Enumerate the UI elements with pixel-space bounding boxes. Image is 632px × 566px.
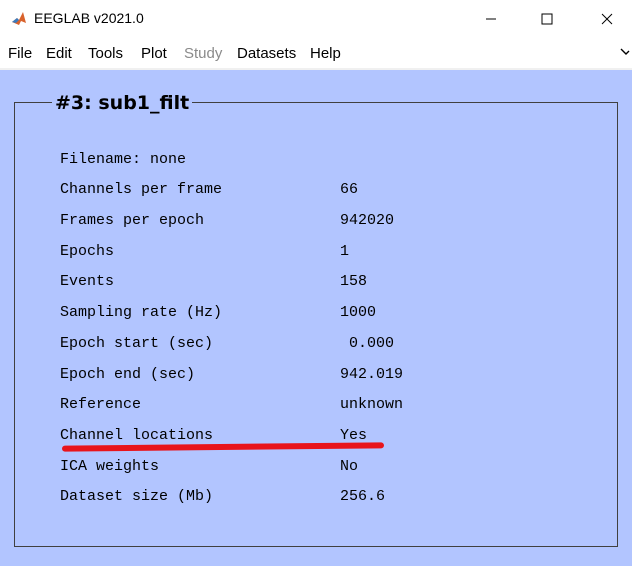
minimize-button[interactable] [468,0,514,38]
close-icon [601,13,613,25]
row-value: 942.019 [340,366,404,383]
dataset-frame [14,102,618,547]
row-value: 0.000 [340,335,395,352]
row-label: Epochs [60,243,115,260]
filename-label: Filename: none [60,151,187,168]
menu-datasets[interactable]: Datasets [237,45,296,62]
menu-edit[interactable]: Edit [46,45,72,62]
menu-help[interactable]: Help [310,45,341,62]
minimize-icon [486,18,496,20]
menu-bar: File Edit Tools Plot Study Datasets Help [0,38,632,68]
row-label: Reference [60,396,142,413]
row-label: ICA weights [60,458,160,475]
row-label: Channel locations [60,427,214,444]
row-value: No [340,458,359,475]
row-value: 1 [340,243,350,260]
menu-study: Study [184,45,223,62]
row-value: unknown [340,396,404,413]
row-label: Sampling rate (Hz) [60,304,223,321]
row-value: 256.6 [340,488,386,505]
row-label: Epoch end (sec) [60,366,196,383]
row-label: Dataset size (Mb) [60,488,214,505]
row-label: Channels per frame [60,181,223,198]
window-title: EEGLAB v2021.0 [34,10,144,26]
menu-file[interactable]: File [8,45,32,62]
dataset-title: #3: sub1_filt [52,92,193,114]
menu-plot[interactable]: Plot [141,45,167,62]
row-label: Events [60,273,115,290]
row-label: Epoch start (sec) [60,335,214,352]
maximize-icon [541,13,553,25]
row-value: Yes [340,427,368,444]
matlab-logo-icon [10,10,28,28]
title-bar: EEGLAB v2021.0 [0,0,632,38]
row-value: 66 [340,181,359,198]
menu-overflow-icon[interactable] [620,46,630,56]
row-value: 942020 [340,212,395,229]
close-button[interactable] [584,0,630,38]
dataset-info-panel: #3: sub1_filt Filename: none Channels pe… [0,70,632,566]
row-value: 158 [340,273,368,290]
maximize-button[interactable] [524,0,570,38]
menu-tools[interactable]: Tools [88,45,123,62]
row-label: Frames per epoch [60,212,205,229]
row-value: 1000 [340,304,377,321]
